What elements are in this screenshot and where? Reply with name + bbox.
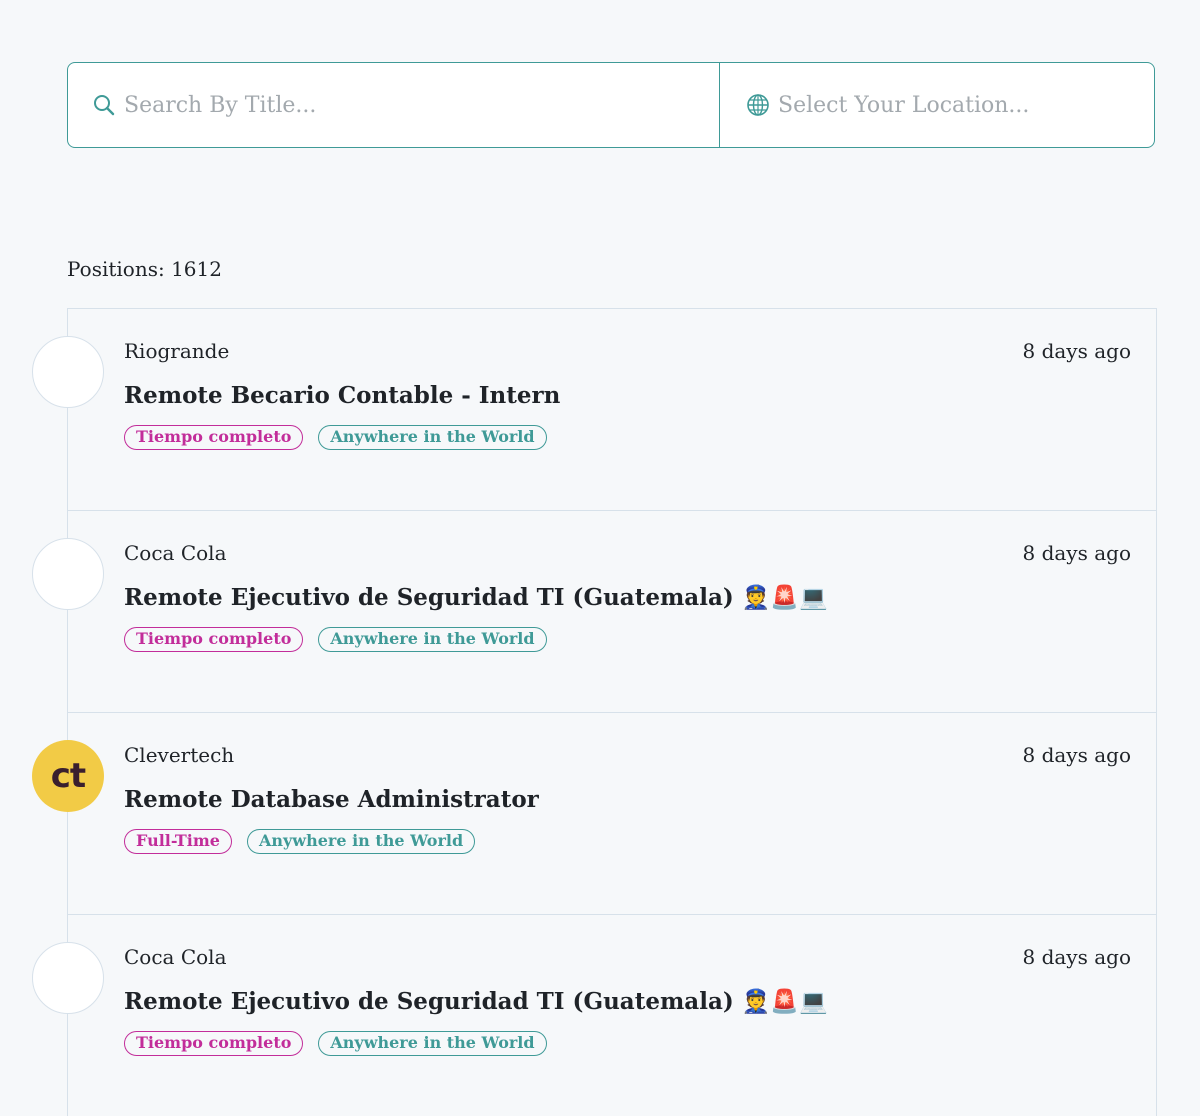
employment-type-tag[interactable]: Tiempo completo	[124, 425, 304, 450]
globe-icon	[746, 93, 770, 117]
company-name: Riogrande	[124, 339, 230, 363]
job-card[interactable]: ct Clevertech 8 days ago Remote Database…	[32, 712, 1157, 914]
employment-type-tag[interactable]: Full-Time	[124, 829, 232, 854]
company-name: Coca Cola	[124, 945, 227, 969]
job-tags: Full-Time Anywhere in the World	[124, 829, 476, 854]
job-tags: Tiempo completo Anywhere in the World	[124, 425, 547, 450]
posted-date: 8 days ago	[1022, 339, 1132, 363]
job-title[interactable]: Remote Database Administrator	[124, 786, 539, 813]
job-list: Riogrande 8 days ago Remote Becario Cont…	[32, 308, 1157, 1116]
job-card[interactable]: Riogrande 8 days ago Remote Becario Cont…	[32, 308, 1157, 510]
employment-type-tag[interactable]: Tiempo completo	[124, 627, 304, 652]
job-title[interactable]: Remote Ejecutivo de Seguridad TI (Guatem…	[124, 988, 828, 1015]
job-title[interactable]: Remote Ejecutivo de Seguridad TI (Guatem…	[124, 584, 828, 611]
search-bar	[67, 62, 1155, 148]
location-tag[interactable]: Anywhere in the World	[318, 627, 547, 652]
company-logo	[32, 942, 104, 1014]
company-logo	[32, 336, 104, 408]
location-search-input[interactable]	[776, 91, 1154, 119]
posted-date: 8 days ago	[1022, 743, 1132, 767]
title-search-field[interactable]	[68, 63, 720, 147]
location-search-field[interactable]	[720, 63, 1154, 147]
job-title[interactable]: Remote Becario Contable - Intern	[124, 382, 560, 409]
posted-date: 8 days ago	[1022, 541, 1132, 565]
title-search-input[interactable]	[122, 91, 719, 119]
job-card[interactable]: Coca Cola 8 days ago Remote Ejecutivo de…	[32, 914, 1157, 1116]
posted-date: 8 days ago	[1022, 945, 1132, 969]
job-tags: Tiempo completo Anywhere in the World	[124, 627, 547, 652]
company-name: Clevertech	[124, 743, 235, 767]
job-card[interactable]: Coca Cola 8 days ago Remote Ejecutivo de…	[32, 510, 1157, 712]
employment-type-tag[interactable]: Tiempo completo	[124, 1031, 304, 1056]
search-icon	[92, 93, 116, 117]
location-tag[interactable]: Anywhere in the World	[318, 1031, 547, 1056]
company-logo	[32, 538, 104, 610]
job-tags: Tiempo completo Anywhere in the World	[124, 1031, 547, 1056]
company-logo: ct	[32, 740, 104, 812]
location-tag[interactable]: Anywhere in the World	[318, 425, 547, 450]
company-name: Coca Cola	[124, 541, 227, 565]
location-tag[interactable]: Anywhere in the World	[246, 829, 476, 854]
positions-count: Positions: 1612	[67, 257, 222, 281]
